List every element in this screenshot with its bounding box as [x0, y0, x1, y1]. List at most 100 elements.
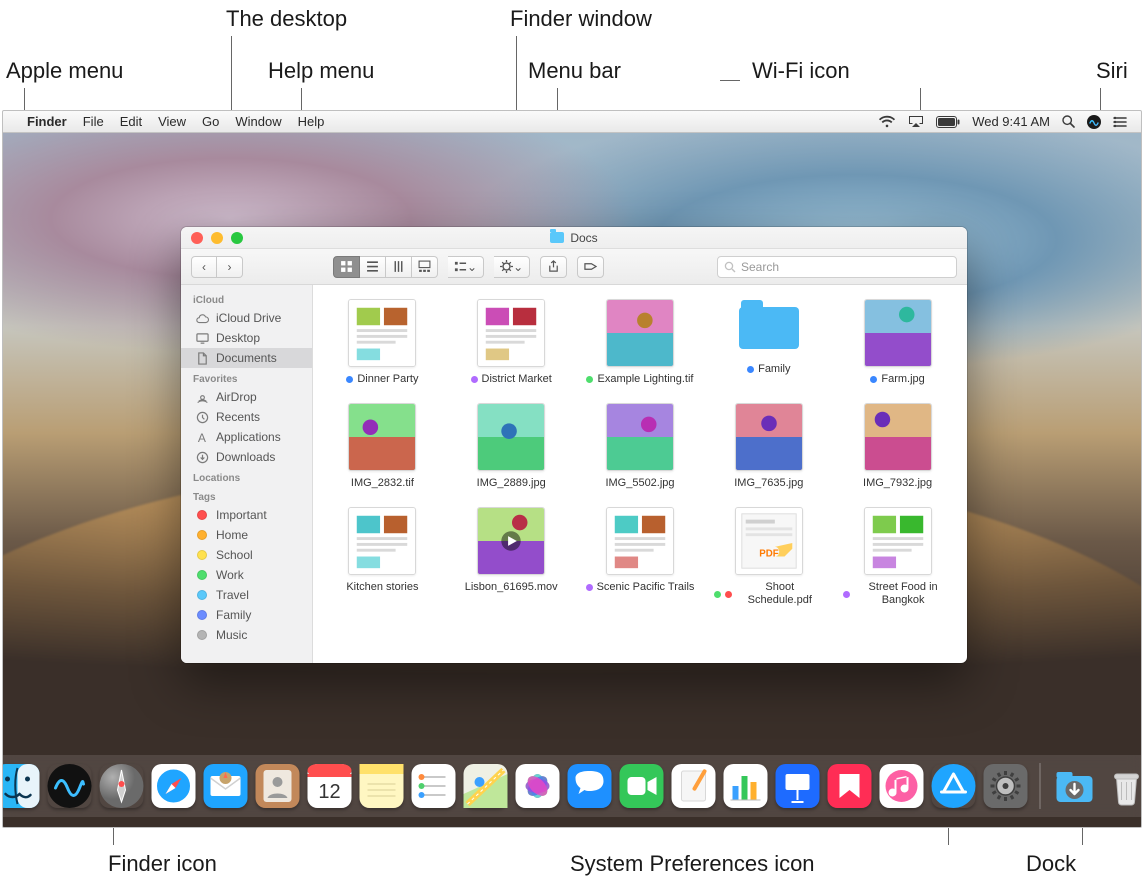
sidebar-header: Locations — [181, 467, 312, 486]
file-name: District Market — [471, 373, 552, 387]
dock-calendar[interactable]: 12 — [308, 764, 352, 808]
battery-icon[interactable] — [936, 116, 960, 128]
view-icons-button[interactable] — [333, 256, 360, 278]
svg-text:12: 12 — [318, 781, 340, 803]
sidebar-item-label: Downloads — [216, 450, 275, 464]
file-item[interactable]: Street Food in Bangkok — [838, 507, 957, 609]
dock-numbers[interactable] — [724, 764, 768, 808]
file-thumbnail — [606, 299, 674, 367]
sidebar-item-work[interactable]: Work — [181, 565, 312, 585]
file-item[interactable]: Kitchen stories — [323, 507, 442, 609]
file-item[interactable]: Example Lighting.tif — [581, 299, 700, 387]
clock-icon — [195, 410, 209, 424]
dock-separator — [1040, 763, 1041, 809]
share-button[interactable] — [540, 256, 567, 278]
svg-text:PDF: PDF — [759, 548, 778, 559]
search-field[interactable]: Search — [717, 256, 957, 278]
file-item[interactable]: IMG_7635.jpg — [709, 403, 828, 491]
finder-titlebar[interactable]: Docs — [181, 227, 967, 249]
finder-window[interactable]: Docs ‹ › ⌄ ⌄ — [181, 227, 967, 663]
forward-button[interactable]: › — [217, 256, 243, 278]
menu-go[interactable]: Go — [194, 114, 227, 129]
dock-facetime[interactable] — [620, 764, 664, 808]
group-by-button[interactable]: ⌄ — [448, 256, 484, 278]
sidebar-item-applications[interactable]: AApplications — [181, 427, 312, 447]
callout-finder-icon: Finder icon — [108, 851, 217, 877]
dock-safari[interactable] — [152, 764, 196, 808]
window-title: Docs — [570, 231, 597, 245]
dock-keynote[interactable] — [776, 764, 820, 808]
dock-finder[interactable] — [2, 764, 40, 808]
file-item[interactable]: PDFShoot Schedule.pdf — [709, 507, 828, 609]
sidebar-item-school[interactable]: School — [181, 545, 312, 565]
file-item[interactable]: IMG_5502.jpg — [581, 403, 700, 491]
file-name: Kitchen stories — [346, 581, 418, 595]
tags-button[interactable] — [577, 256, 604, 278]
notification-center-icon[interactable] — [1113, 116, 1127, 128]
sidebar-item-travel[interactable]: Travel — [181, 585, 312, 605]
menu-view[interactable]: View — [150, 114, 194, 129]
menubar-clock[interactable]: Wed 9:41 AM — [972, 114, 1050, 129]
dock-news[interactable] — [828, 764, 872, 808]
sidebar-item-icloud-drive[interactable]: iCloud Drive — [181, 308, 312, 328]
dock-launchpad[interactable] — [100, 764, 144, 808]
menu-edit[interactable]: Edit — [112, 114, 150, 129]
wifi-icon[interactable] — [878, 115, 896, 128]
sidebar-item-desktop[interactable]: Desktop — [181, 328, 312, 348]
view-columns-button[interactable] — [386, 256, 412, 278]
dock-downloads-stack[interactable] — [1053, 764, 1097, 808]
app-menu-finder[interactable]: Finder — [19, 114, 75, 129]
view-list-button[interactable] — [360, 256, 386, 278]
dock-messages[interactable] — [568, 764, 612, 808]
dock-notes[interactable] — [360, 764, 404, 808]
file-item[interactable]: IMG_7932.jpg — [838, 403, 957, 491]
file-item[interactable]: IMG_2889.jpg — [452, 403, 571, 491]
file-name: Example Lighting.tif — [586, 373, 693, 387]
file-thumbnail — [606, 403, 674, 471]
spotlight-icon[interactable] — [1062, 115, 1075, 128]
view-gallery-button[interactable] — [412, 256, 438, 278]
sidebar-item-label: iCloud Drive — [216, 311, 281, 325]
airplay-icon[interactable] — [908, 115, 924, 128]
sidebar-item-airdrop[interactable]: AirDrop — [181, 387, 312, 407]
dock-systemprefs[interactable] — [984, 764, 1028, 808]
file-item[interactable]: Family — [709, 299, 828, 387]
dock-appstore[interactable] — [932, 764, 976, 808]
file-item[interactable]: IMG_2832.tif — [323, 403, 442, 491]
dock-contacts[interactable] — [256, 764, 300, 808]
siri-menubar-icon[interactable] — [1087, 115, 1101, 129]
sidebar-item-music[interactable]: Music — [181, 625, 312, 645]
nav-buttons: ‹ › — [191, 256, 243, 278]
tag-dot-icon — [195, 568, 209, 582]
file-item[interactable]: District Market — [452, 299, 571, 387]
callout-wifi-icon: Wi-Fi icon — [752, 58, 850, 84]
sidebar-item-important[interactable]: Important — [181, 505, 312, 525]
window-close-button[interactable] — [191, 232, 203, 244]
action-button[interactable]: ⌄ — [494, 256, 530, 278]
file-item[interactable]: Farm.jpg — [838, 299, 957, 387]
menu-window[interactable]: Window — [227, 114, 289, 129]
dock-pages[interactable] — [672, 764, 716, 808]
sidebar-item-home[interactable]: Home — [181, 525, 312, 545]
file-thumbnail — [348, 507, 416, 575]
dock-trash[interactable] — [1105, 764, 1143, 808]
file-item[interactable]: Dinner Party — [323, 299, 442, 387]
dock-maps[interactable] — [464, 764, 508, 808]
back-button[interactable]: ‹ — [191, 256, 217, 278]
dock-photos[interactable] — [516, 764, 560, 808]
file-item[interactable]: Lisbon_61695.mov — [452, 507, 571, 609]
dock-itunes[interactable] — [880, 764, 924, 808]
sidebar-item-downloads[interactable]: Downloads — [181, 447, 312, 467]
dock-mail[interactable] — [204, 764, 248, 808]
menu-file[interactable]: File — [75, 114, 112, 129]
menu-help[interactable]: Help — [290, 114, 333, 129]
dock-siri[interactable] — [48, 764, 92, 808]
file-item[interactable]: Scenic Pacific Trails — [581, 507, 700, 609]
window-minimize-button[interactable] — [211, 232, 223, 244]
sidebar-item-documents[interactable]: Documents — [181, 348, 312, 368]
window-zoom-button[interactable] — [231, 232, 243, 244]
dock-reminders[interactable] — [412, 764, 456, 808]
sidebar-item-recents[interactable]: Recents — [181, 407, 312, 427]
sidebar-item-family[interactable]: Family — [181, 605, 312, 625]
file-name: IMG_7932.jpg — [863, 477, 932, 491]
